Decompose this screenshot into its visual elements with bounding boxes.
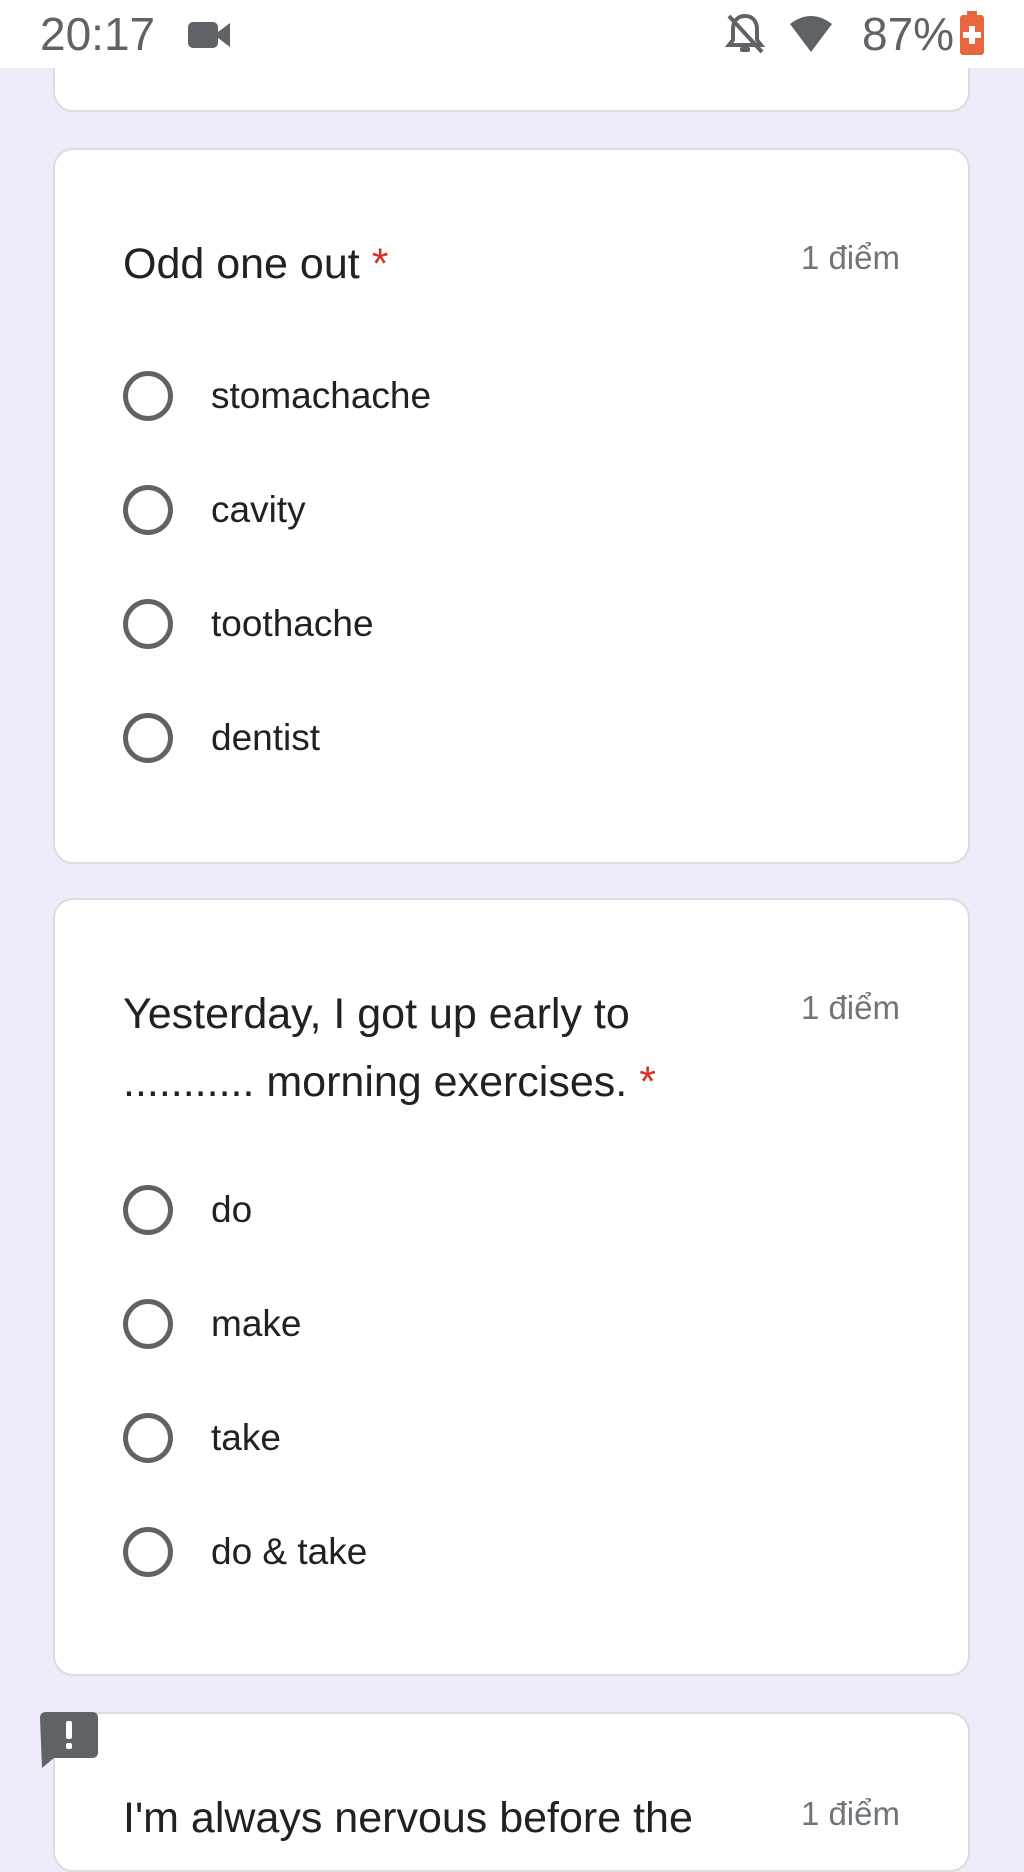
option-stomachache[interactable]: stomachache (123, 364, 431, 428)
option-label: take (211, 1417, 281, 1458)
question-title-text: Odd one out (123, 240, 360, 288)
battery-percent: 87% (862, 8, 955, 60)
radio-button[interactable] (123, 371, 173, 421)
question-title-line2: ........... morning exercises. (123, 1058, 628, 1106)
option-do[interactable]: do (123, 1178, 252, 1242)
question-points: 1 điểm (800, 239, 900, 276)
radio-button[interactable] (123, 1299, 173, 1349)
radio-button[interactable] (123, 713, 173, 763)
option-dentist[interactable]: dentist (123, 706, 320, 770)
option-make[interactable]: make (123, 1292, 301, 1356)
status-bar: 20:17 87% (0, 0, 1024, 68)
radio-button[interactable] (123, 1527, 173, 1577)
option-label: do (211, 1189, 253, 1230)
required-asterisk: * (371, 240, 389, 288)
radio-button[interactable] (123, 599, 173, 649)
question-points: 1 điểm (800, 1795, 900, 1832)
notifications-off-icon (724, 13, 766, 54)
option-label: make (211, 1303, 302, 1344)
status-time: 20:17 (40, 8, 156, 60)
battery-charging-icon (960, 11, 984, 55)
option-label: do & take (211, 1531, 368, 1572)
question-title: I'm always nervous before the (123, 1794, 693, 1842)
option-take[interactable]: take (123, 1406, 281, 1470)
question-card-nervous: I'm always nervous before the 1 điểm (53, 1712, 970, 1872)
option-cavity[interactable]: cavity (123, 478, 306, 542)
wifi-icon (790, 16, 832, 52)
option-label: cavity (211, 489, 306, 530)
option-label: dentist (211, 717, 321, 758)
option-label: toothache (211, 603, 374, 644)
question-card-morning-exercises: Yesterday, I got up early to ...........… (53, 898, 970, 1676)
option-do-and-take[interactable]: do & take (123, 1520, 367, 1584)
radio-button[interactable] (123, 485, 173, 535)
radio-button[interactable] (123, 1185, 173, 1235)
radio-button[interactable] (123, 1413, 173, 1463)
question-title: Odd one out * (123, 230, 723, 298)
question-points: 1 điểm (800, 989, 900, 1026)
option-label: stomachache (211, 375, 432, 416)
required-asterisk: * (639, 1058, 656, 1106)
option-toothache[interactable]: toothache (123, 592, 374, 656)
question-card-odd-one-out: Odd one out * 1 điểm stomachache cavity t… (53, 148, 970, 864)
question-title: Yesterday, I got up early to ...........… (123, 980, 723, 1116)
report-feedback-icon[interactable] (40, 1712, 98, 1768)
question-title-line1: Yesterday, I got up early to (123, 990, 630, 1038)
video-camera-icon (188, 22, 230, 48)
